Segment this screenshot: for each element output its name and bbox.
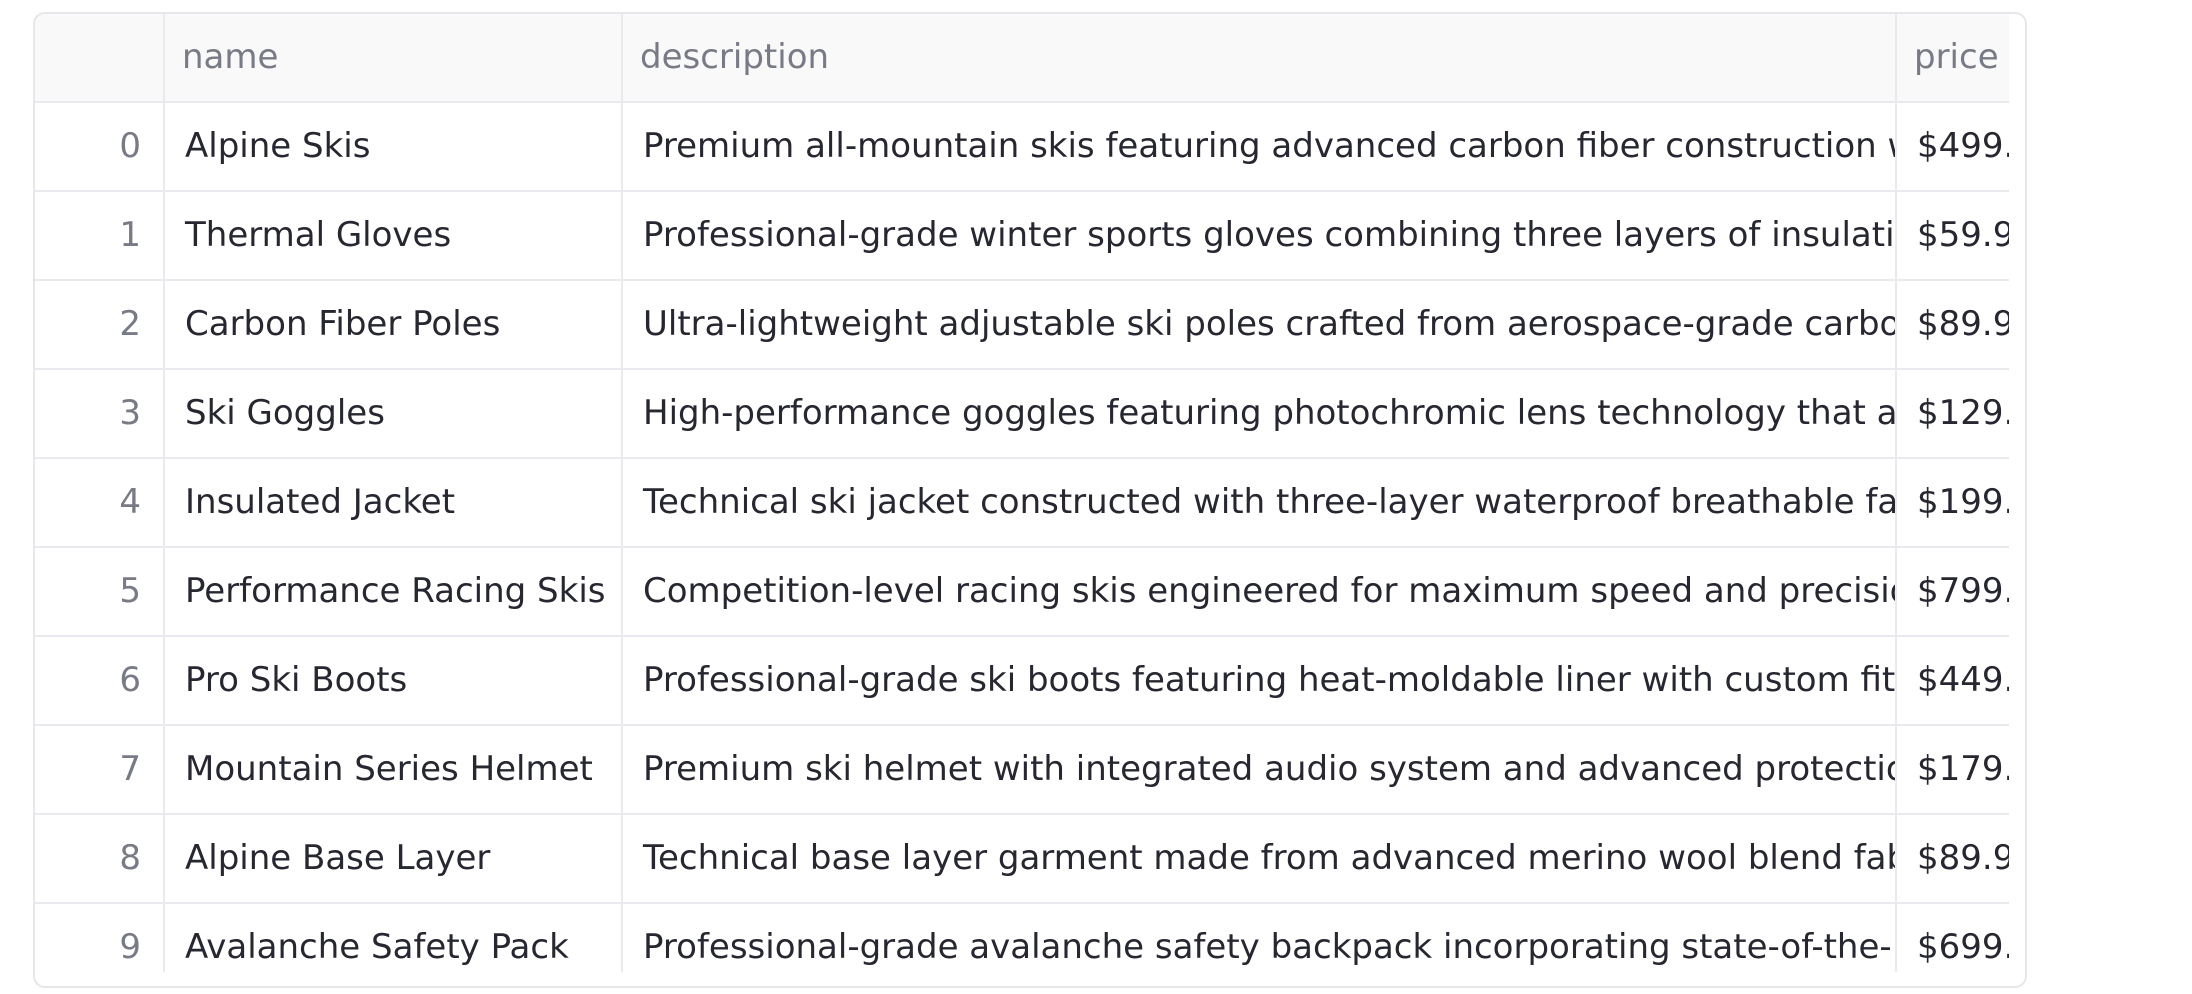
column-header-price[interactable]: price — [1896, 14, 2009, 103]
table-row: 9 Avalanche Safety Pack Professional-gra… — [35, 903, 2009, 972]
row-index-cell[interactable]: 0 — [35, 102, 165, 192]
table-row: 0 Alpine Skis Premium all-mountain skis … — [35, 102, 2009, 192]
price-cell[interactable]: $699. — [1896, 903, 2009, 972]
column-header-name[interactable]: name — [164, 14, 623, 103]
row-index-cell[interactable]: 2 — [35, 280, 165, 370]
row-index-cell[interactable]: 8 — [35, 814, 165, 904]
row-index-cell[interactable]: 5 — [35, 547, 165, 637]
price-cell[interactable]: $89.9 — [1896, 814, 2009, 904]
price-cell[interactable]: $199.9 — [1896, 458, 2009, 548]
dataframe-viewport[interactable]: name description price 0 Alpine Skis Pre… — [35, 14, 2009, 972]
row-index-cell[interactable]: 3 — [35, 369, 165, 459]
price-cell[interactable]: $449. — [1896, 636, 2009, 726]
data-table: name description price 0 Alpine Skis Pre… — [35, 14, 2009, 972]
name-cell[interactable]: Ski Goggles — [164, 369, 623, 459]
price-cell[interactable]: $89.9 — [1896, 280, 2009, 370]
price-cell[interactable]: $179.9 — [1896, 725, 2009, 815]
dataframe-container: name description price 0 Alpine Skis Pre… — [33, 12, 2027, 988]
table-row: 2 Carbon Fiber Poles Ultra-lightweight a… — [35, 280, 2009, 370]
column-header-description[interactable]: description — [622, 14, 1897, 103]
description-cell[interactable]: Premium all-mountain skis featuring adva… — [622, 102, 1897, 192]
table-row: 6 Pro Ski Boots Professional-grade ski b… — [35, 636, 2009, 726]
price-cell[interactable]: $499. — [1896, 102, 2009, 192]
index-column-header[interactable] — [35, 14, 165, 103]
row-index-cell[interactable]: 9 — [35, 903, 165, 972]
name-cell[interactable]: Mountain Series Helmet — [164, 725, 623, 815]
name-cell[interactable]: Performance Racing Skis — [164, 547, 623, 637]
name-cell[interactable]: Insulated Jacket — [164, 458, 623, 548]
name-cell[interactable]: Alpine Skis — [164, 102, 623, 192]
table-row: 5 Performance Racing Skis Competition-le… — [35, 547, 2009, 637]
row-index-cell[interactable]: 1 — [35, 191, 165, 281]
description-cell[interactable]: Professional-grade ski boots featuring h… — [622, 636, 1897, 726]
table-row: 4 Insulated Jacket Technical ski jacket … — [35, 458, 2009, 548]
name-cell[interactable]: Carbon Fiber Poles — [164, 280, 623, 370]
row-index-cell[interactable]: 4 — [35, 458, 165, 548]
name-cell[interactable]: Avalanche Safety Pack — [164, 903, 623, 972]
name-cell[interactable]: Pro Ski Boots — [164, 636, 623, 726]
name-cell[interactable]: Thermal Gloves — [164, 191, 623, 281]
row-index-cell[interactable]: 6 — [35, 636, 165, 726]
description-cell[interactable]: Professional-grade avalanche safety back… — [622, 903, 1897, 972]
table-row: 3 Ski Goggles High-performance goggles f… — [35, 369, 2009, 459]
table-row: 7 Mountain Series Helmet Premium ski hel… — [35, 725, 2009, 815]
description-cell[interactable]: Technical base layer garment made from a… — [622, 814, 1897, 904]
description-cell[interactable]: Technical ski jacket constructed with th… — [622, 458, 1897, 548]
header-row: name description price — [35, 14, 2009, 103]
price-cell[interactable]: $129.9 — [1896, 369, 2009, 459]
price-cell[interactable]: $59.9 — [1896, 191, 2009, 281]
name-cell[interactable]: Alpine Base Layer — [164, 814, 623, 904]
description-cell[interactable]: Premium ski helmet with integrated audio… — [622, 725, 1897, 815]
row-index-cell[interactable]: 7 — [35, 725, 165, 815]
description-cell[interactable]: Professional-grade winter sports gloves … — [622, 191, 1897, 281]
price-cell[interactable]: $799.9 — [1896, 547, 2009, 637]
description-cell[interactable]: Competition-level racing skis engineered… — [622, 547, 1897, 637]
description-cell[interactable]: Ultra-lightweight adjustable ski poles c… — [622, 280, 1897, 370]
table-row: 8 Alpine Base Layer Technical base layer… — [35, 814, 2009, 904]
table-row: 1 Thermal Gloves Professional-grade wint… — [35, 191, 2009, 281]
description-cell[interactable]: High-performance goggles featuring photo… — [622, 369, 1897, 459]
